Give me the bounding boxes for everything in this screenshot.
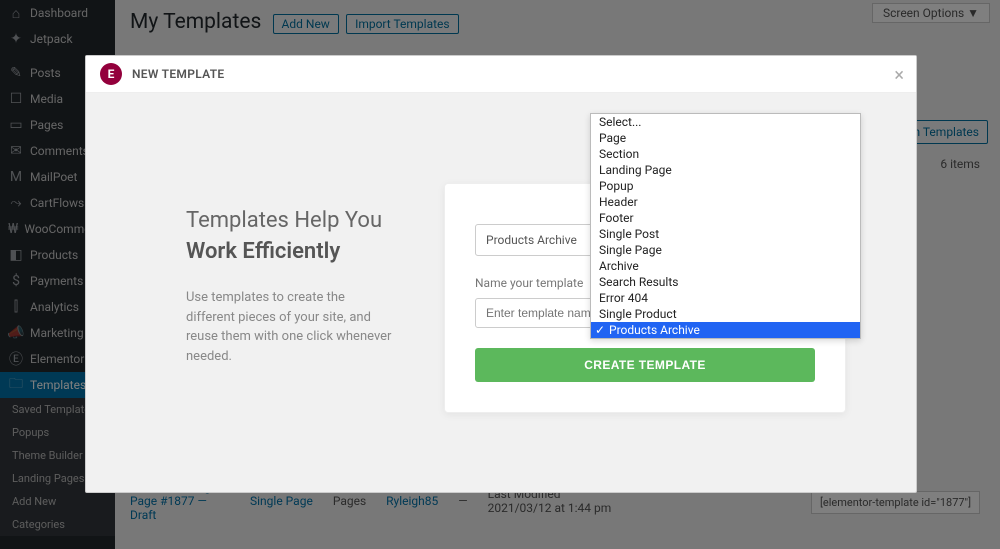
dropdown-option-single-product[interactable]: Single Product bbox=[591, 306, 860, 322]
modal-title: NEW TEMPLATE bbox=[132, 67, 224, 81]
dropdown-option-section[interactable]: Section bbox=[591, 146, 860, 162]
dropdown-option-error-404[interactable]: Error 404 bbox=[591, 290, 860, 306]
dropdown-option-products-archive[interactable]: Products Archive bbox=[591, 322, 860, 338]
dropdown-option-single-post[interactable]: Single Post bbox=[591, 226, 860, 242]
dropdown-option-search-results[interactable]: Search Results bbox=[591, 274, 860, 290]
dropdown-option-header[interactable]: Header bbox=[591, 194, 860, 210]
modal-headline: Templates Help You Work Efficiently bbox=[186, 208, 486, 264]
modal-description: Use templates to create the different pi… bbox=[186, 288, 396, 366]
create-template-button[interactable]: CREATE TEMPLATE bbox=[475, 348, 815, 382]
dropdown-option-select-[interactable]: Select... bbox=[591, 114, 860, 130]
select-value: Products Archive bbox=[486, 233, 577, 247]
dropdown-option-single-page[interactable]: Single Page bbox=[591, 242, 860, 258]
dropdown-option-popup[interactable]: Popup bbox=[591, 178, 860, 194]
elementor-logo-icon: E bbox=[100, 63, 122, 85]
template-type-dropdown: Select...PageSectionLanding PagePopupHea… bbox=[590, 113, 861, 339]
dropdown-option-archive[interactable]: Archive bbox=[591, 258, 860, 274]
dropdown-option-page[interactable]: Page bbox=[591, 130, 860, 146]
dropdown-option-footer[interactable]: Footer bbox=[591, 210, 860, 226]
close-icon[interactable]: × bbox=[894, 65, 904, 86]
dropdown-option-landing-page[interactable]: Landing Page bbox=[591, 162, 860, 178]
modal-left-column: Templates Help You Work Efficiently Use … bbox=[116, 123, 486, 493]
new-template-modal: E NEW TEMPLATE × Templates Help You Work… bbox=[85, 55, 917, 493]
modal-header: E NEW TEMPLATE × bbox=[86, 56, 916, 93]
